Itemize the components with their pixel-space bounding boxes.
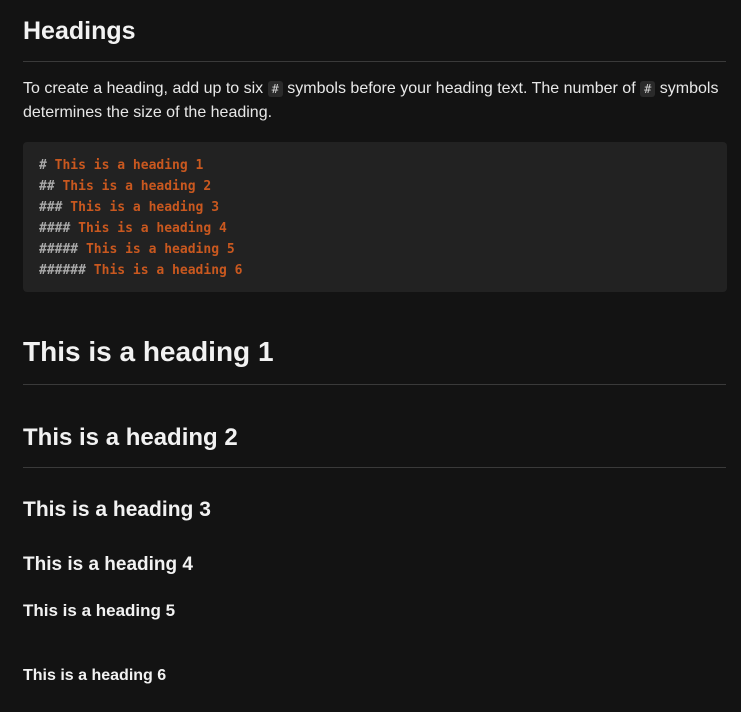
intro-text-2: symbols before your heading text. The nu… [282, 80, 641, 97]
heading-level-2: This is a heading 2 [23, 424, 238, 451]
code-hash: ### [39, 200, 63, 215]
code-heading-text: This is a heading 6 [85, 263, 243, 278]
heading-2-divider [23, 467, 726, 468]
heading-level-5: This is a heading 5 [23, 601, 176, 620]
code-heading-text: This is a heading 1 [46, 158, 204, 173]
heading-1-divider [23, 384, 726, 385]
code-line: ##### This is a heading 5 [39, 239, 727, 260]
inline-code-hash-1: # [267, 81, 283, 97]
code-line: # This is a heading 1 [39, 155, 727, 176]
code-hash: ## [39, 179, 55, 194]
code-block[interactable]: # This is a heading 1 ## This is a headi… [23, 142, 727, 292]
code-line: ###### This is a heading 6 [39, 260, 727, 281]
heading-level-6: This is a heading 6 [23, 667, 167, 684]
code-line: #### This is a heading 4 [39, 218, 727, 239]
code-line: ## This is a heading 2 [39, 176, 727, 197]
code-hash: # [39, 158, 47, 173]
heading-level-3: This is a heading 3 [23, 498, 211, 521]
code-hash: ###### [39, 263, 86, 278]
code-heading-text: This is a heading 4 [70, 221, 227, 236]
code-heading-text: This is a heading 5 [78, 242, 235, 257]
heading-level-1: This is a heading 1 [23, 336, 274, 367]
heading-level-4: This is a heading 4 [23, 554, 193, 575]
code-heading-text: This is a heading 2 [54, 179, 212, 194]
code-hash: ##### [39, 242, 79, 257]
title-divider [23, 61, 726, 62]
code-heading-text: This is a heading 3 [62, 200, 220, 215]
code-hash: #### [39, 221, 71, 236]
inline-code-hash-2: # [640, 81, 656, 97]
intro-paragraph: To create a heading, add up to six # sym… [23, 77, 728, 125]
code-line: ### This is a heading 3 [39, 197, 727, 218]
markdown-document: Headings To create a heading, add up to … [0, 0, 741, 712]
section-title: Headings [23, 17, 136, 45]
intro-text-1: To create a heading, add up to six [23, 80, 268, 97]
